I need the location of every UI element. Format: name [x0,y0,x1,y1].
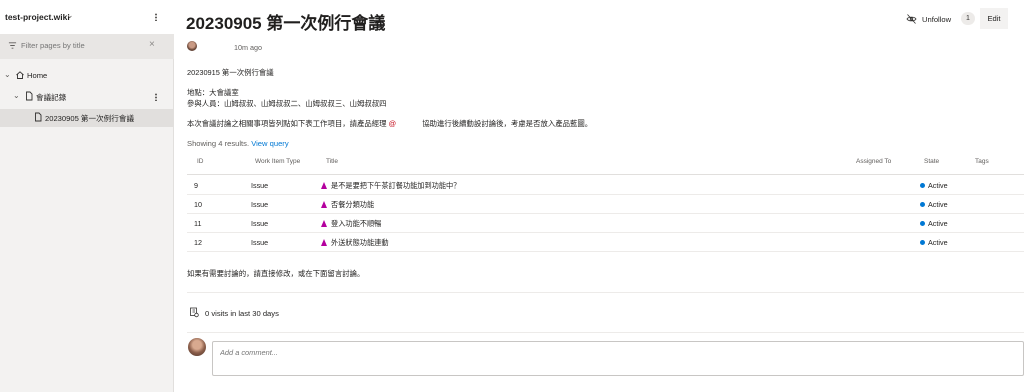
cell-title-text[interactable]: 是不是要把下午茶訂餐功能加到功能中？ [331,181,460,190]
cell-state-text: Active [928,181,948,190]
state-dot-icon [920,183,925,188]
follower-count-badge: 1 [961,12,975,25]
visits-icon [190,307,199,318]
comment-box[interactable] [212,341,1024,376]
column-header-state[interactable]: State [924,158,939,165]
cell-title-text[interactable]: 外送狀態功能連動 [331,238,389,247]
sidebar: test-project.wiki ⌄ × ⌄ Home ⌄ 會議記錄 [0,0,174,392]
eye-slash-icon [906,14,917,24]
results-count: Showing 4 results. [187,139,250,148]
cell-state-text: Active [928,219,948,228]
column-header-assigned[interactable]: Assigned To [856,158,891,165]
cell-state: Active [920,219,948,228]
state-dot-icon [920,221,925,226]
chevron-down-icon[interactable]: ⌄ [66,10,74,21]
tree-item-meeting-notes[interactable]: ⌄ 會議記錄 [0,88,174,106]
close-icon[interactable]: × [149,39,155,50]
issue-icon [321,201,327,208]
issue-icon [321,182,327,189]
query-summary: Showing 4 results. View query [187,139,289,148]
unfollow-label: Unfollow [922,15,952,24]
table-row[interactable]: 11 Issue 登入功能不順暢 Active [187,214,1024,233]
table-row[interactable]: 10 Issue 否餐分類功能 Active [187,195,1024,214]
cell-state-text: Active [928,238,948,247]
divider [187,292,1024,293]
home-icon [16,71,24,79]
wiki-title[interactable]: test-project.wiki [5,12,70,22]
wiki-selector[interactable]: test-project.wiki ⌄ [0,0,174,34]
column-header-type[interactable]: Work Item Type [255,158,300,165]
cell-title[interactable]: 外送狀態功能連動 [321,238,389,248]
cell-type: Issue [251,219,269,228]
cell-id: 12 [194,238,202,247]
content-paragraph: 本次會議討論之相關事項皆列點如下表工作項目，請產品經理 @ 協助進行後續動設討論… [187,118,592,129]
filter-pages-input[interactable] [21,41,141,50]
issue-icon [321,239,327,246]
cell-type: Issue [251,200,269,209]
cell-state: Active [920,181,948,190]
issue-icon [321,220,327,227]
filter-icon [8,42,17,49]
tree-item-label: 20230905 第一次例行會議 [45,114,135,123]
page-icon [35,112,42,122]
more-vertical-icon[interactable] [151,10,161,24]
cell-title[interactable]: 否餐分類功能 [321,200,374,210]
cell-title-text[interactable]: 登入功能不順暢 [331,219,381,228]
cell-title-text[interactable]: 否餐分類功能 [331,200,374,209]
content-text: 協助進行後續動設討論後，考慮是否放入產品藍圖。 [422,119,593,128]
cell-id: 9 [194,181,198,190]
cell-state-text: Active [928,200,948,209]
mention-name-redacted [396,119,421,129]
more-vertical-icon[interactable] [151,90,161,104]
avatar[interactable] [187,41,197,51]
divider [187,332,1024,333]
state-dot-icon [920,240,925,245]
comment-input[interactable] [220,348,820,357]
divider [187,174,1024,175]
cell-state: Active [920,238,948,247]
column-header-title[interactable]: Title [326,158,338,165]
cell-id: 10 [194,200,202,209]
content-line: 20230915 第一次例行會議 [187,68,274,77]
column-header-tags[interactable]: Tags [975,158,989,165]
column-header-id[interactable]: ID [197,158,204,165]
tree-item-home[interactable]: ⌄ Home [0,67,174,85]
content-line: 參與人員：山姆叔叔、山姆叔叔二、山姆叔叔三、山姆叔叔四 [187,99,387,108]
tree-item-current-page[interactable]: 20230905 第一次例行會議 [0,109,174,127]
chevron-down-icon[interactable]: ⌄ [4,70,11,79]
content-line: 地點：大會議室 [187,88,239,97]
edit-button[interactable]: Edit [980,8,1008,29]
cell-type: Issue [251,238,269,247]
page-icon [26,91,33,101]
table-row[interactable]: 12 Issue 外送狀態功能連動 Active [187,233,1024,252]
visits-label: 0 visits in last 30 days [205,309,279,318]
tree-item-label: 會議記錄 [36,93,67,102]
content-line: 如果有需要討論的，請直接修改，或在下面留言討論。 [187,269,365,278]
cell-state: Active [920,200,948,209]
mention-at[interactable]: @ [389,119,397,128]
table-row[interactable]: 9 Issue 是不是要把下午茶訂餐功能加到功能中？ Active [187,176,1024,195]
timestamp: 10m ago [234,43,262,52]
filter-bar: × [0,34,174,59]
content-text: 本次會議討論之相關事項皆列點如下表工作項目，請產品經理 [187,119,387,128]
wiki-app: test-project.wiki ⌄ × ⌄ Home ⌄ 會議記錄 [0,0,1024,392]
state-dot-icon [920,202,925,207]
chevron-down-icon[interactable]: ⌄ [13,91,20,100]
cell-id: 11 [194,219,202,228]
tree-item-label: Home [27,71,48,80]
cell-title[interactable]: 登入功能不順暢 [321,219,381,229]
cell-type: Issue [251,181,269,190]
cell-title[interactable]: 是不是要把下午茶訂餐功能加到功能中？ [321,181,460,191]
page-title: 20230905 第一次例行會議 [186,14,386,33]
main-content: 20230905 第一次例行會議 Unfollow 1 Edit 10m ago… [175,0,1024,392]
view-query-link[interactable]: View query [251,139,288,148]
avatar [188,338,206,356]
